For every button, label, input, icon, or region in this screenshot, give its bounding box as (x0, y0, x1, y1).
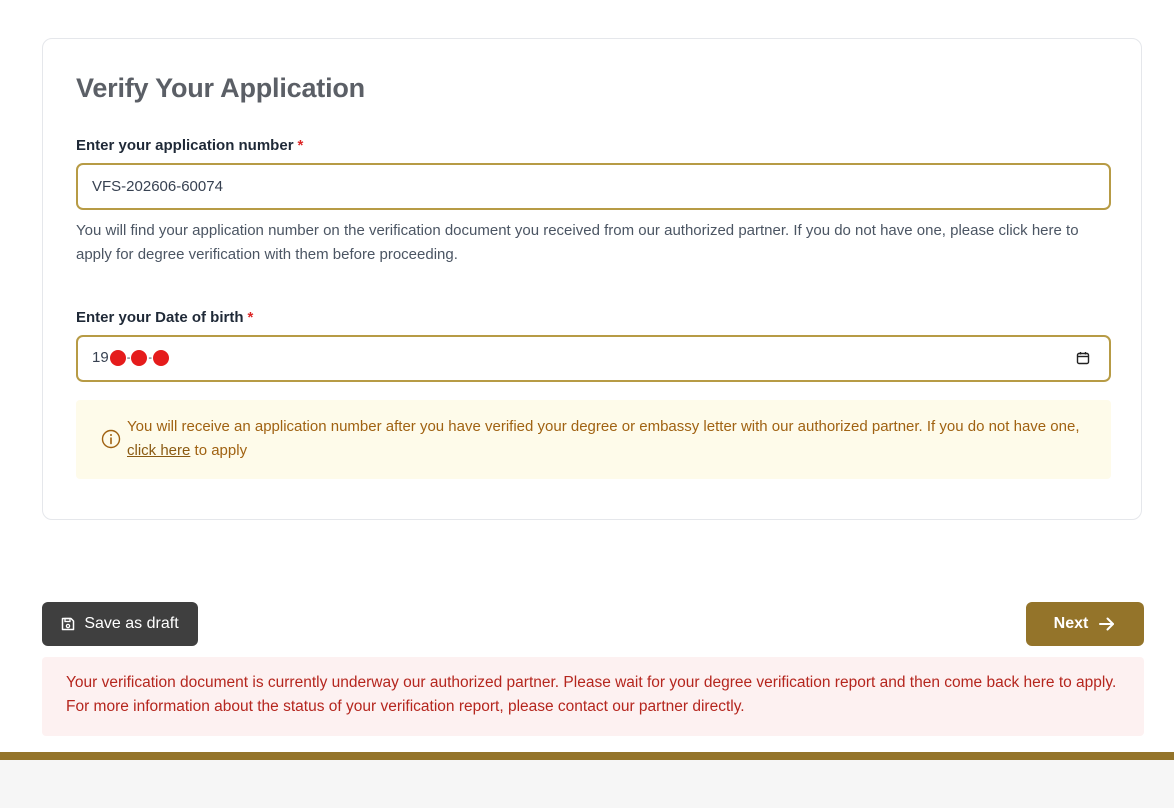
dob-separator: - (148, 351, 153, 364)
click-here-link[interactable]: click here (127, 442, 190, 459)
dob-separator: - (126, 351, 131, 364)
footer-accent-bar (0, 752, 1174, 760)
save-as-draft-button[interactable]: Save as draft (42, 602, 198, 646)
page-title: Verify Your Application (76, 73, 365, 103)
redaction-dot (131, 349, 148, 366)
verify-application-card: Verify Your Application Enter your appli… (42, 38, 1142, 520)
next-button[interactable]: Next (1026, 602, 1144, 646)
application-number-value: VFS-202606-60074 (92, 178, 223, 195)
application-number-input[interactable]: VFS-202606-60074 (76, 163, 1111, 210)
application-number-notice: You will receive an application number a… (76, 400, 1111, 479)
notice-text: You will receive an application number a… (127, 415, 1087, 463)
application-number-label-text: Enter your application number (76, 137, 294, 154)
redaction-dot (109, 349, 126, 366)
save-as-draft-label: Save as draft (84, 615, 179, 632)
notice-text-after: to apply (190, 442, 248, 459)
required-mark: * (247, 309, 254, 326)
notice-text-before: You will receive an application number a… (127, 418, 1080, 435)
dob-input[interactable]: 19 - - (76, 335, 1111, 382)
next-label: Next (1053, 615, 1089, 632)
dob-label-text: Enter your Date of birth (76, 309, 244, 326)
alert-text: Your verification document is currently … (66, 674, 1117, 715)
application-number-label: Enter your application number * (76, 137, 303, 154)
required-mark: * (297, 137, 304, 154)
calendar-icon[interactable] (1076, 351, 1090, 365)
dob-label: Enter your Date of birth * (76, 309, 253, 326)
verification-status-alert: Your verification document is currently … (42, 657, 1144, 736)
info-icon (101, 429, 121, 449)
dob-value: 19 - - (92, 349, 170, 366)
application-number-help: You will find your application number on… (76, 222, 1079, 263)
arrow-right-icon (1099, 617, 1115, 631)
redaction-dot (153, 349, 170, 366)
footer (0, 760, 1174, 808)
dob-year-prefix: 19 (92, 349, 109, 366)
floppy-disk-icon (62, 617, 75, 631)
